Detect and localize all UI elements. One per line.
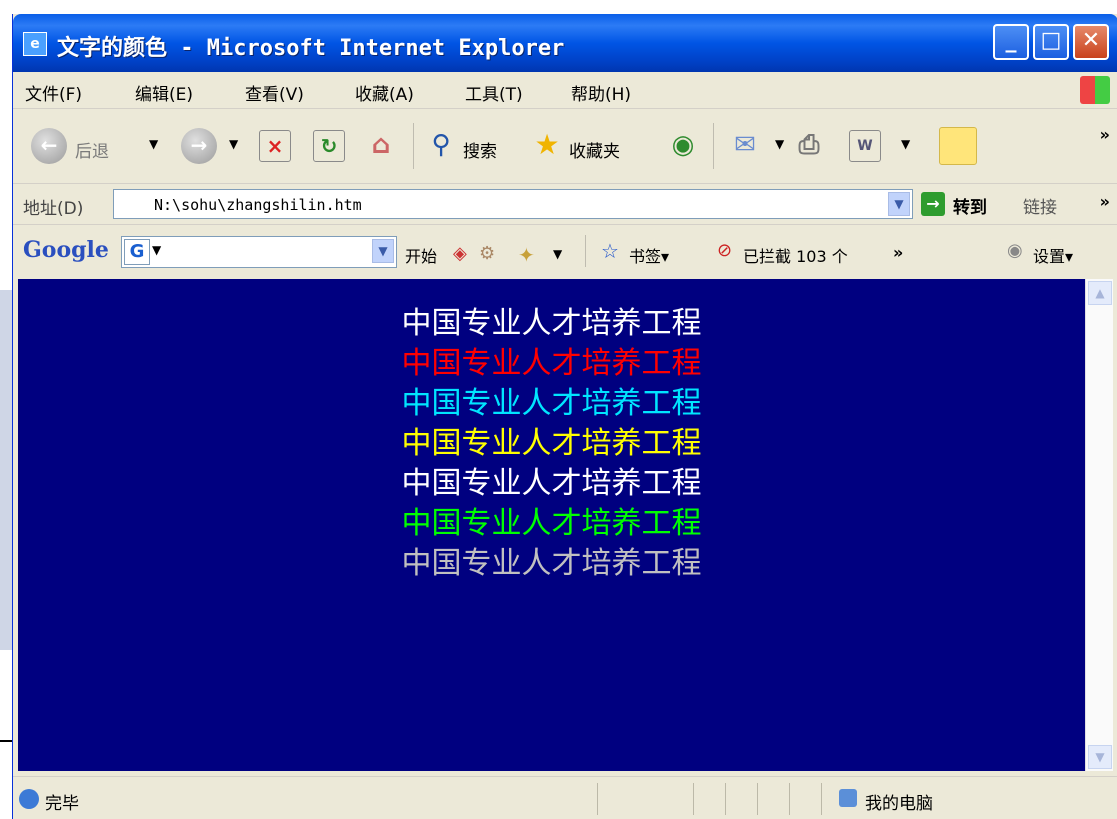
security-zone-label: 我的电脑 [865, 794, 933, 814]
colored-text-line: 中国专业人才培养工程 [401, 506, 702, 541]
google-search-dropdown-icon[interactable]: ▼ [372, 239, 394, 263]
menu-view[interactable]: 查看(V) [245, 80, 304, 105]
colored-text-line: 中国专业人才培养工程 [401, 346, 702, 381]
vertical-scrollbar[interactable]: ▲ ▼ [1085, 279, 1113, 771]
search-icon[interactable]: ⚲ [425, 130, 457, 162]
status-divider [693, 783, 694, 815]
go-arrow-icon[interactable]: → [921, 192, 945, 216]
address-value[interactable]: N:\sohu\zhangshilin.htm [154, 196, 362, 214]
popup-dropdown-icon[interactable]: ▼ [553, 247, 562, 261]
settings-button[interactable]: 设置▾ [1033, 243, 1073, 267]
refresh-icon[interactable]: ↻ [313, 130, 345, 162]
bookmarks-button[interactable]: 书签▾ [629, 243, 669, 267]
toolbar-more-chevron[interactable]: » [1100, 125, 1110, 144]
go-button-label[interactable]: 转到 [953, 193, 987, 218]
desktop-background-strip [0, 290, 12, 650]
links-more-chevron[interactable]: » [1100, 192, 1110, 211]
bookmark-star-icon[interactable]: ☆ [601, 239, 619, 263]
favorites-star-icon[interactable]: ★ [531, 130, 563, 162]
status-bar: 完毕 我的电脑 [13, 776, 1117, 819]
settings-radio-icon[interactable]: ◉ [1007, 240, 1023, 261]
status-divider [789, 783, 790, 815]
back-button-label[interactable]: 后退 [75, 137, 109, 162]
colored-text-line: 中国专业人才培养工程 [401, 466, 702, 501]
mail-icon[interactable]: ✉ [729, 130, 761, 162]
pagerank-icon: ◈ [453, 243, 467, 264]
colored-text-line: 中国专业人才培养工程 [401, 386, 702, 421]
forward-arrow-icon[interactable]: → [181, 128, 217, 164]
my-computer-icon [839, 789, 857, 807]
mail-dropdown-icon[interactable]: ▼ [775, 137, 784, 151]
google-g-dropdown-icon[interactable]: ▼ [152, 243, 161, 257]
highlight-icon[interactable]: ⚙ [479, 243, 495, 264]
search-button-label[interactable]: 搜索 [463, 137, 497, 162]
popup-blocker-icon: ⊘ [717, 240, 733, 261]
menu-edit[interactable]: 编辑(E) [135, 80, 193, 105]
favorites-button-label[interactable]: 收藏夹 [569, 137, 620, 162]
scroll-down-icon[interactable]: ▼ [1088, 745, 1112, 769]
toolbar-separator [585, 235, 586, 267]
scroll-up-icon[interactable]: ▲ [1088, 281, 1112, 305]
print-icon[interactable]: ⎙ [793, 130, 825, 162]
google-logo[interactable]: Google [23, 237, 109, 263]
menu-help[interactable]: 帮助(H) [571, 80, 631, 105]
windows-logo-icon [1080, 76, 1110, 104]
back-dropdown-icon[interactable]: ▼ [149, 137, 158, 151]
popup-icon[interactable]: ✦ [518, 243, 535, 267]
google-bar-more-chevron[interactable]: » [893, 243, 903, 262]
colored-text-line: 中国专业人才培养工程 [401, 546, 702, 581]
toolbar-separator [713, 123, 714, 169]
page-content: 中国专业人才培养工程 中国专业人才培养工程 中国专业人才培养工程 中国专业人才培养工程… [18, 279, 1085, 771]
status-divider [821, 783, 822, 815]
status-divider [725, 783, 726, 815]
ie-page-icon: e [23, 32, 47, 56]
google-search-input[interactable]: G ▼ ▼ [121, 236, 397, 268]
forward-dropdown-icon[interactable]: ▼ [229, 137, 238, 151]
ie-window: e 文字的颜色 - Microsoft Internet Explorer _ … [12, 14, 1117, 819]
status-text: 完毕 [45, 794, 79, 814]
colored-text-line: 中国专业人才培养工程 [401, 426, 702, 461]
title-bar[interactable]: e 文字的颜色 - Microsoft Internet Explorer _ … [13, 14, 1117, 72]
google-start-button[interactable]: 开始 [405, 243, 437, 267]
toolbar-separator [413, 123, 414, 169]
status-divider [597, 783, 598, 815]
colored-text-line: 中国专业人才培养工程 [401, 306, 702, 341]
address-label: 地址(D) [23, 199, 84, 219]
word-edit-icon[interactable]: W [849, 130, 881, 162]
status-divider [757, 783, 758, 815]
standard-toolbar: ← 后退 ▼ → ▼ × ↻ ⌂ ⚲ 搜索 ★ 收藏夹 ◉ ✉ ▼ ⎙ W ▼ … [13, 109, 1117, 184]
menu-bar: 文件(F) 编辑(E) 查看(V) 收藏(A) 工具(T) 帮助(H) [13, 72, 1117, 109]
edit-dropdown-icon[interactable]: ▼ [901, 137, 910, 151]
google-g-icon[interactable]: G [124, 239, 150, 265]
close-button[interactable]: ✕ [1073, 24, 1109, 60]
google-toolbar: Google G ▼ ▼ 开始 ◈ ⚙ ✦ ▼ ☆ 书签▾ ⊘ 已拦截 103 … [13, 225, 1117, 277]
address-input[interactable]: N:\sohu\zhangshilin.htm ▼ [113, 189, 913, 219]
minimize-button[interactable]: _ [993, 24, 1029, 60]
menu-favorites[interactable]: 收藏(A) [355, 80, 414, 105]
address-dropdown-icon[interactable]: ▼ [888, 192, 910, 216]
popups-blocked-count[interactable]: 已拦截 103 个 [743, 243, 848, 267]
address-bar: 地址(D) N:\sohu\zhangshilin.htm ▼ → 转到 链接 … [13, 184, 1117, 225]
page-done-icon [19, 789, 39, 809]
home-icon[interactable]: ⌂ [365, 130, 397, 162]
links-label[interactable]: 链接 [1023, 193, 1057, 218]
back-arrow-icon[interactable]: ← [31, 128, 67, 164]
menu-file[interactable]: 文件(F) [25, 80, 82, 105]
maximize-button[interactable]: □ [1033, 24, 1069, 60]
media-icon[interactable]: ◉ [667, 130, 699, 162]
notes-icon[interactable] [939, 127, 977, 165]
colored-text-lines: 中国专业人才培养工程 中国专业人才培养工程 中国专业人才培养工程 中国专业人才培养工程… [18, 304, 1085, 584]
stop-icon[interactable]: × [259, 130, 291, 162]
menu-tools[interactable]: 工具(T) [465, 80, 523, 105]
window-title: 文字的颜色 - Microsoft Internet Explorer [57, 36, 565, 61]
